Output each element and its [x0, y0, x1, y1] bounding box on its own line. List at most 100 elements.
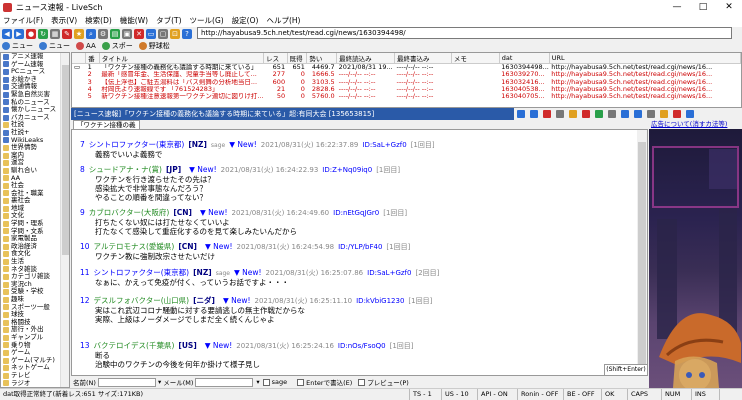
stop-icon[interactable]: ●: [26, 28, 36, 39]
thread-scrollbar[interactable]: [637, 130, 647, 375]
table-row[interactable]: 4 村岡氏より速報線です 「761524283」 21 0 2828.6 ----/--/…: [72, 86, 741, 93]
enter-post-checkbox[interactable]: [297, 378, 305, 386]
new-mark[interactable]: ▼ New!: [200, 208, 228, 217]
print-icon[interactable]: ▦: [50, 28, 60, 39]
url-input[interactable]: http://hayabusa9.5ch.net/test/read.cgi/n…: [197, 27, 732, 39]
post-id[interactable]: ID:kVbiG1230: [356, 297, 404, 305]
favorite-icon[interactable]: [569, 110, 577, 118]
post-id[interactable]: ID:nEtGqJGr0: [333, 209, 379, 217]
forward-icon[interactable]: ▶: [14, 28, 24, 39]
new-mark[interactable]: ▼ New!: [229, 140, 257, 149]
tree-scrollbar[interactable]: [60, 53, 69, 387]
board-button-aa[interactable]: AA: [76, 42, 96, 50]
menu-view[interactable]: 表示(V): [51, 15, 77, 26]
table-row[interactable]: 3 【伝上浮也】ご駐五湯料は「バス剣舞の分析地当日... 600 0 3103.5 ---…: [72, 79, 741, 86]
post-number[interactable]: 11: [80, 268, 90, 277]
post-id[interactable]: ID:SaL+Gzf0: [362, 141, 406, 149]
board-button-baseball[interactable]: 野球松: [138, 41, 170, 51]
dropdown-icon[interactable]: ▾: [256, 378, 259, 386]
maximize-button[interactable]: □: [690, 0, 716, 14]
new-mark[interactable]: ▼ New!: [205, 341, 233, 350]
menu-function[interactable]: 機能(W): [120, 15, 148, 26]
column-header[interactable]: レス: [263, 53, 288, 64]
scroll-bottom-icon[interactable]: [530, 110, 538, 118]
menu-tool[interactable]: ツール(G): [190, 15, 224, 26]
write-icon[interactable]: [543, 110, 551, 118]
preview-checkbox[interactable]: [358, 378, 366, 386]
scroll-top-icon[interactable]: [517, 110, 525, 118]
column-header-icon[interactable]: [72, 53, 87, 64]
column-header[interactable]: メモ: [451, 53, 500, 64]
new-mark[interactable]: ▼ New!: [234, 268, 262, 277]
post-number[interactable]: 7: [80, 140, 85, 149]
column-header[interactable]: 最終読込み: [336, 53, 396, 64]
close-button[interactable]: ✕: [716, 0, 742, 14]
post-id[interactable]: ID:nOs/FsoQ0: [338, 342, 386, 350]
post-id[interactable]: ID:Z+Nq09iq0: [322, 166, 372, 174]
search-icon[interactable]: [608, 110, 616, 118]
minimize-button[interactable]: —: [664, 0, 690, 14]
thread-scroll-thumb[interactable]: [638, 142, 646, 365]
menu-tab[interactable]: タブ(T): [156, 15, 181, 26]
tab-icon[interactable]: ▭: [146, 28, 156, 39]
tree-item[interactable]: ラジオ: [1, 379, 69, 387]
reload-icon[interactable]: [595, 110, 603, 118]
column-header[interactable]: dat: [499, 53, 550, 64]
table-row[interactable]: 2 最新「感冒年金、生活保護、児童手当等し廃止して... 277 0 1666.5 ---…: [72, 71, 741, 78]
ad-info-link[interactable]: 広告について(消すカ法等): [649, 120, 742, 129]
post-id[interactable]: ID:/YLP/bF40: [338, 243, 382, 251]
delete-icon[interactable]: ✕: [134, 28, 144, 39]
menu-search[interactable]: 検索(D): [85, 15, 112, 26]
dropdown-icon[interactable]: ▾: [158, 378, 161, 386]
reload-icon[interactable]: ↻: [38, 28, 48, 39]
column-header[interactable]: URL: [549, 53, 741, 64]
panel-icon[interactable]: [686, 110, 694, 118]
table-row[interactable]: 5 新ワクチン接種注意速報第一ワクチン適切に図りけ打... 50 0 5760.0 ---…: [72, 93, 741, 100]
post-number[interactable]: 10: [80, 242, 90, 251]
column-header[interactable]: 最終書込み: [394, 53, 452, 64]
new-mark[interactable]: ▼ New!: [223, 296, 251, 305]
column-header[interactable]: タイトル: [99, 53, 265, 64]
post-number[interactable]: 8: [80, 165, 85, 174]
menu-help[interactable]: ヘルプ(H): [266, 15, 300, 26]
tree-scroll-thumb[interactable]: [62, 65, 69, 255]
column-header[interactable]: 勢い: [306, 53, 338, 64]
menu-file[interactable]: ファイル(F): [3, 15, 43, 26]
back-icon[interactable]: [621, 110, 629, 118]
new-mark[interactable]: ▼ New!: [189, 165, 217, 174]
window-icon[interactable]: ▢: [158, 28, 168, 39]
forward-icon[interactable]: [634, 110, 642, 118]
bookmark-icon[interactable]: [660, 110, 668, 118]
thread-tab[interactable]: 「ワクチン接種の義: [73, 120, 140, 129]
menu-settings[interactable]: 設定(O): [232, 15, 259, 26]
write-icon[interactable]: ✎: [62, 28, 72, 39]
board-button-news1[interactable]: ニュー: [2, 41, 33, 51]
sage-checkbox[interactable]: [262, 378, 270, 386]
column-header[interactable]: 番: [85, 53, 100, 64]
close-icon[interactable]: [673, 110, 681, 118]
post-number[interactable]: 13: [80, 341, 90, 350]
delete-icon[interactable]: [582, 110, 590, 118]
board-button-sports[interactable]: スポー: [101, 41, 133, 51]
mail-field[interactable]: [195, 377, 254, 387]
column-header[interactable]: 既得: [287, 53, 308, 64]
table-row[interactable]: ▭ 1 「ワクチン接種の義務化も議論する時期に来ている」 651 651 4469.7 20…: [72, 63, 741, 72]
back-icon[interactable]: ◀: [2, 28, 12, 39]
log-icon[interactable]: ▣: [122, 28, 132, 39]
post-button[interactable]: (Shift+Enter): [604, 364, 648, 376]
lock-icon[interactable]: ⊡: [170, 28, 180, 39]
settings-icon[interactable]: ⚙: [98, 28, 108, 39]
new-mark[interactable]: ▼ New!: [205, 242, 233, 251]
board-icon[interactable]: ▤: [110, 28, 120, 39]
name-field[interactable]: [97, 377, 156, 387]
search-icon[interactable]: ⌕: [86, 28, 96, 39]
print-icon[interactable]: [556, 110, 564, 118]
board-button-news2[interactable]: ニュー: [39, 41, 70, 51]
help-icon[interactable]: ?: [182, 28, 192, 39]
settings-icon[interactable]: [647, 110, 655, 118]
favorite-icon[interactable]: ★: [74, 28, 84, 39]
post-number[interactable]: 12: [80, 296, 90, 305]
post-number[interactable]: 9: [80, 208, 85, 217]
post-id[interactable]: ID:SaL+Gzf0: [367, 269, 411, 277]
ad-banner[interactable]: [649, 129, 742, 388]
